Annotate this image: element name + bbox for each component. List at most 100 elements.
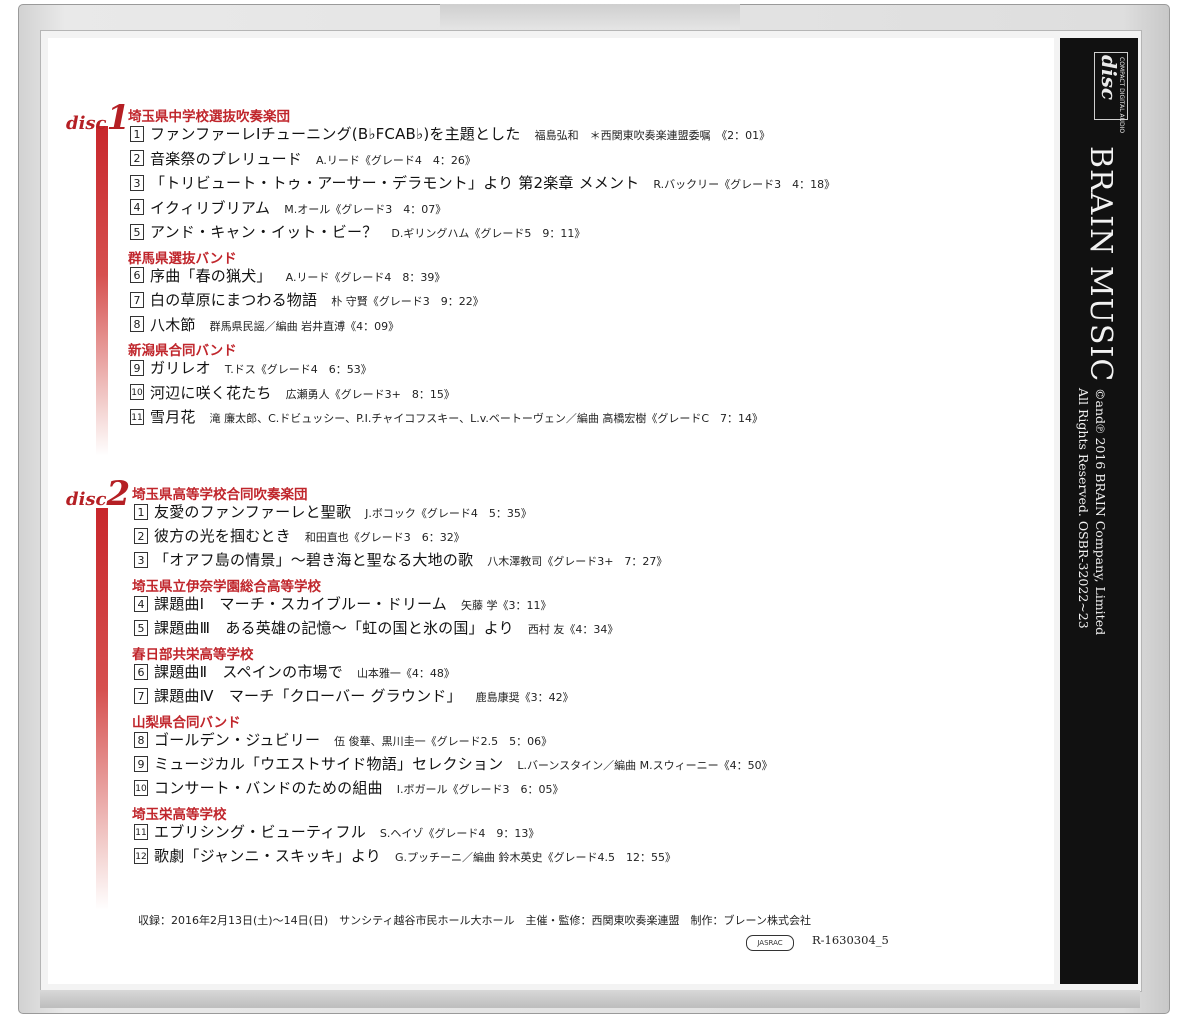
track-number: 3 [130,174,144,191]
track-row: 8 ゴールデン・ジュビリー伍 俊華、黒川圭一《グレード2.5 5：06》 [134,729,552,750]
track-credits: 鹿島康奨《3：42》 [475,691,574,704]
track-number: 2 [130,150,144,166]
track-title: ファンファーレⅠチューニング(B♭FCAB♭)を主題とした [150,125,521,143]
track-title: 「オアフ島の情景」～碧き海と聖なる大地の歌 [154,551,474,569]
catalog-number: R-1630304_5 [812,933,889,947]
track-number: 1 [130,125,144,142]
track-credits: A.リード《グレード4 4：26》 [316,153,476,167]
track-title: ミュージカル「ウエストサイド物語」セレクション [154,755,504,773]
track-number: 9 [130,359,144,376]
track-row: 5 課題曲Ⅲ ある英雄の記憶～「虹の国と氷の国」より 西村 友《4：34》 [134,617,618,638]
cd-logo-subtext: COMPACT DIGITAL AUDIO [1118,57,1125,134]
disc1-number: 1 [106,98,131,138]
track-number: 2 [134,527,148,544]
case-bottom-edge [40,990,1140,1008]
track-title: 河辺に咲く花たち [150,383,272,402]
track-credits: M.オール《グレード3 4：07》 [284,202,447,216]
track-title: アンド・キャン・イット・ビー？ [150,223,378,241]
copyright-line-2: All Rights Reserved. OSBR-32022~23 [1076,388,1091,629]
disc1-red-bar [96,126,108,456]
track-credits: 伍 俊華、黒川圭一《グレード2.5 5：06》 [334,735,553,748]
track-title: 「トリビュート・トゥ・アーサー・デラモント」より 第2楽章 メメント [150,174,640,192]
recording-info: 収録：2016年2月13日(土)～14日(日) サンシティ越谷市民ホール大ホール… [138,914,811,927]
track-credits: 西村 友《4：34》 [527,623,619,636]
track-row: 7 課題曲Ⅳ マーチ「クローバー グラウンド」 鹿島康奨《3：42》 [134,685,574,706]
track-credits: 広瀬勇人《グレード3+ 8：15》 [285,387,455,401]
track-number: 8 [130,316,144,332]
track-credits: G.プッチーニ／編曲 鈴木英史《グレード4.5 12：55》 [394,851,676,864]
track-title: コンサート・バンドのための組曲 [154,779,383,797]
track-row: 1 ファンファーレⅠチューニング(B♭FCAB♭)を主題とした 福島弘和 ＊西関東吹… [130,123,770,144]
track-title: 課題曲Ⅳ マーチ「クローバー グラウンド」 [154,687,462,705]
track-number: 9 [134,755,148,772]
disc2-group-title: 山梨県合同バンド [132,715,241,731]
disc2-group-title: 埼玉栄高等学校 [132,807,227,823]
track-number: 4 [130,199,144,215]
track-number: 5 [130,223,144,240]
track-title: 歌劇「ジャンニ・スキッキ」より [154,847,381,865]
track-number: 5 [134,619,148,636]
track-row: 4 課題曲Ⅰ マーチ・スカイブルー・ドリーム 矢藤 学《3：11》 [134,593,551,614]
track-row: 12 歌劇「ジャンニ・スキッキ」より G.プッチーニ／編曲 鈴木英史《グレード4.5… [134,845,676,866]
track-credits: S.ヘイゾ《グレード4 9：13》 [379,827,540,840]
track-number: 10 [130,384,144,400]
track-title: 課題曲Ⅲ ある英雄の記憶～「虹の国と氷の国」より [154,619,514,637]
track-number: 7 [134,687,148,704]
track-credits: J.ボコック《グレード4 5：35》 [365,507,532,520]
track-number: 7 [130,291,144,308]
disc2-number: 2 [106,474,131,514]
track-row: 1 友愛のファンファーレと聖歌 J.ボコック《グレード4 5：35》 [134,501,532,522]
track-row: 3 「トリビュート・トゥ・アーサー・デラモント」より 第2楽章 メメント R.バック… [130,172,835,193]
track-credits: 福島弘和 ＊西関東吹奏楽連盟委嘱 《2：01》 [534,129,771,142]
track-number: 8 [134,731,148,748]
track-row: 9 ガリレオ T.ドス《グレード4 6：53》 [130,357,372,378]
disc2-group-title: 春日部共栄高等学校 [132,647,254,663]
track-title: 序曲「春の猟犬」 [150,266,272,285]
disc1-word: disc [66,113,107,134]
brain-music-logo: BRAIN MUSIC [1083,146,1118,383]
disc2-red-bar [96,508,108,910]
track-number: 6 [130,267,144,283]
track-row: 3 「オアフ島の情景」～碧き海と聖なる大地の歌 八木澤教司《グレード3+ 7：27》 [134,549,667,570]
track-number: 1 [134,503,148,520]
track-credits: 朴 守賢《グレード3 9：22》 [331,295,484,308]
track-number: 11 [130,408,144,425]
track-title: エブリシング・ビューティフル [154,823,366,841]
track-row: 2 音楽祭のプレリュード A.リード《グレード4 4：26》 [130,148,476,169]
disc2-group-title: 埼玉県高等学校合同吹奏楽団 [132,487,308,503]
track-title: 課題曲Ⅱ スペインの市場で [154,663,343,681]
track-title: ガリレオ [150,359,211,377]
disc1-group-title: 新潟県合同バンド [128,343,237,359]
track-row: 4 イクィリブリアム M.オール《グレード3 4：07》 [130,197,446,218]
track-title: ゴールデン・ジュビリー [154,731,321,749]
track-credits: 山本雅一《4：48》 [356,667,455,680]
track-row: 8 八木節 群馬県民謡／編曲 岩井直溥《4：09》 [130,314,399,335]
track-row: 2 彼方の光を掴むとき 和田直也《グレード3 6：32》 [134,525,465,546]
disc1-label: disc1 [66,98,130,138]
track-credits: R.バックリー《グレード3 4：18》 [653,178,836,191]
track-title: 八木節 [150,315,196,334]
track-title: 雪月花 [150,408,196,426]
jasrac-logo: JASRAC [746,935,794,951]
track-credits: D.ギリングハム《グレード5 9：11》 [391,227,586,240]
disc2-label: disc2 [66,474,130,514]
disc1-group-title: 群馬県選抜バンド [128,250,237,267]
track-credits: 滝 廉太郎、C.ドビュッシー、P.I.チャイコフスキー、L.v.ベートーヴェン／… [209,412,764,425]
track-row: 7 白の草原にまつわる物語朴 守賢《グレード3 9：22》 [130,289,484,310]
track-credits: A.リード《グレード4 8：39》 [285,270,446,284]
track-row: 6 課題曲Ⅱ スペインの市場で 山本雅一《4：48》 [134,661,455,682]
track-title: 音楽祭のプレリュード [150,149,303,168]
track-row: 10 コンサート・バンドのための組曲 I.ボガール《グレード3 6：05》 [134,777,564,798]
track-row: 9 ミュージカル「ウエストサイド物語」セレクション L.バーンスタイン／編曲 M.ス… [134,753,773,774]
track-row: 10 河辺に咲く花たち 広瀬勇人《グレード3+ 8：15》 [130,382,455,403]
compact-disc-logo: disc COMPACT DIGITAL AUDIO [1094,52,1128,133]
track-title: イクィリブリアム [150,198,271,217]
track-credits: T.ドス《グレード4 6：53》 [224,363,372,376]
track-row: 11 雪月花滝 廉太郎、C.ドビュッシー、P.I.チャイコフスキー、L.v.ベート… [130,406,763,427]
track-number: 10 [134,779,148,796]
track-number: 4 [134,595,148,612]
track-credits: L.バーンスタイン／編曲 M.スウィーニー《4：50》 [517,759,773,772]
track-number: 11 [134,823,148,840]
track-credits: 八木澤教司《グレード3+ 7：27》 [487,555,668,568]
track-title: 課題曲Ⅰ マーチ・スカイブルー・ドリーム [154,595,447,613]
